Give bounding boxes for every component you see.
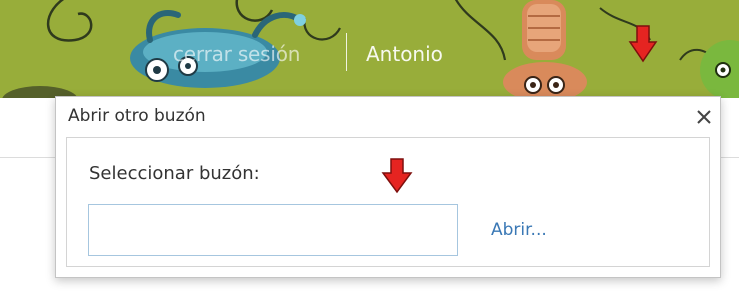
header-divider <box>346 33 347 71</box>
page: cerrar sesión Antonio Abrir otro buzón S… <box>0 0 739 294</box>
dialog-body: Seleccionar buzón: Abrir... <box>66 137 710 267</box>
arrow-down-icon <box>628 25 658 63</box>
open-other-mailbox-dialog: Abrir otro buzón Seleccionar buzón: Abri… <box>55 96 721 278</box>
signout-link[interactable]: cerrar sesión <box>173 42 300 66</box>
dialog-title: Abrir otro buzón <box>68 106 206 126</box>
close-icon[interactable] <box>693 106 715 128</box>
arrow-down-icon <box>381 158 413 194</box>
user-name-link[interactable]: Antonio <box>366 42 443 66</box>
mailbox-input[interactable] <box>88 204 458 256</box>
open-mailbox-link[interactable]: Abrir... <box>491 220 547 240</box>
theme-header-banner: cerrar sesión Antonio <box>0 0 739 98</box>
select-mailbox-label: Seleccionar buzón: <box>89 163 260 184</box>
